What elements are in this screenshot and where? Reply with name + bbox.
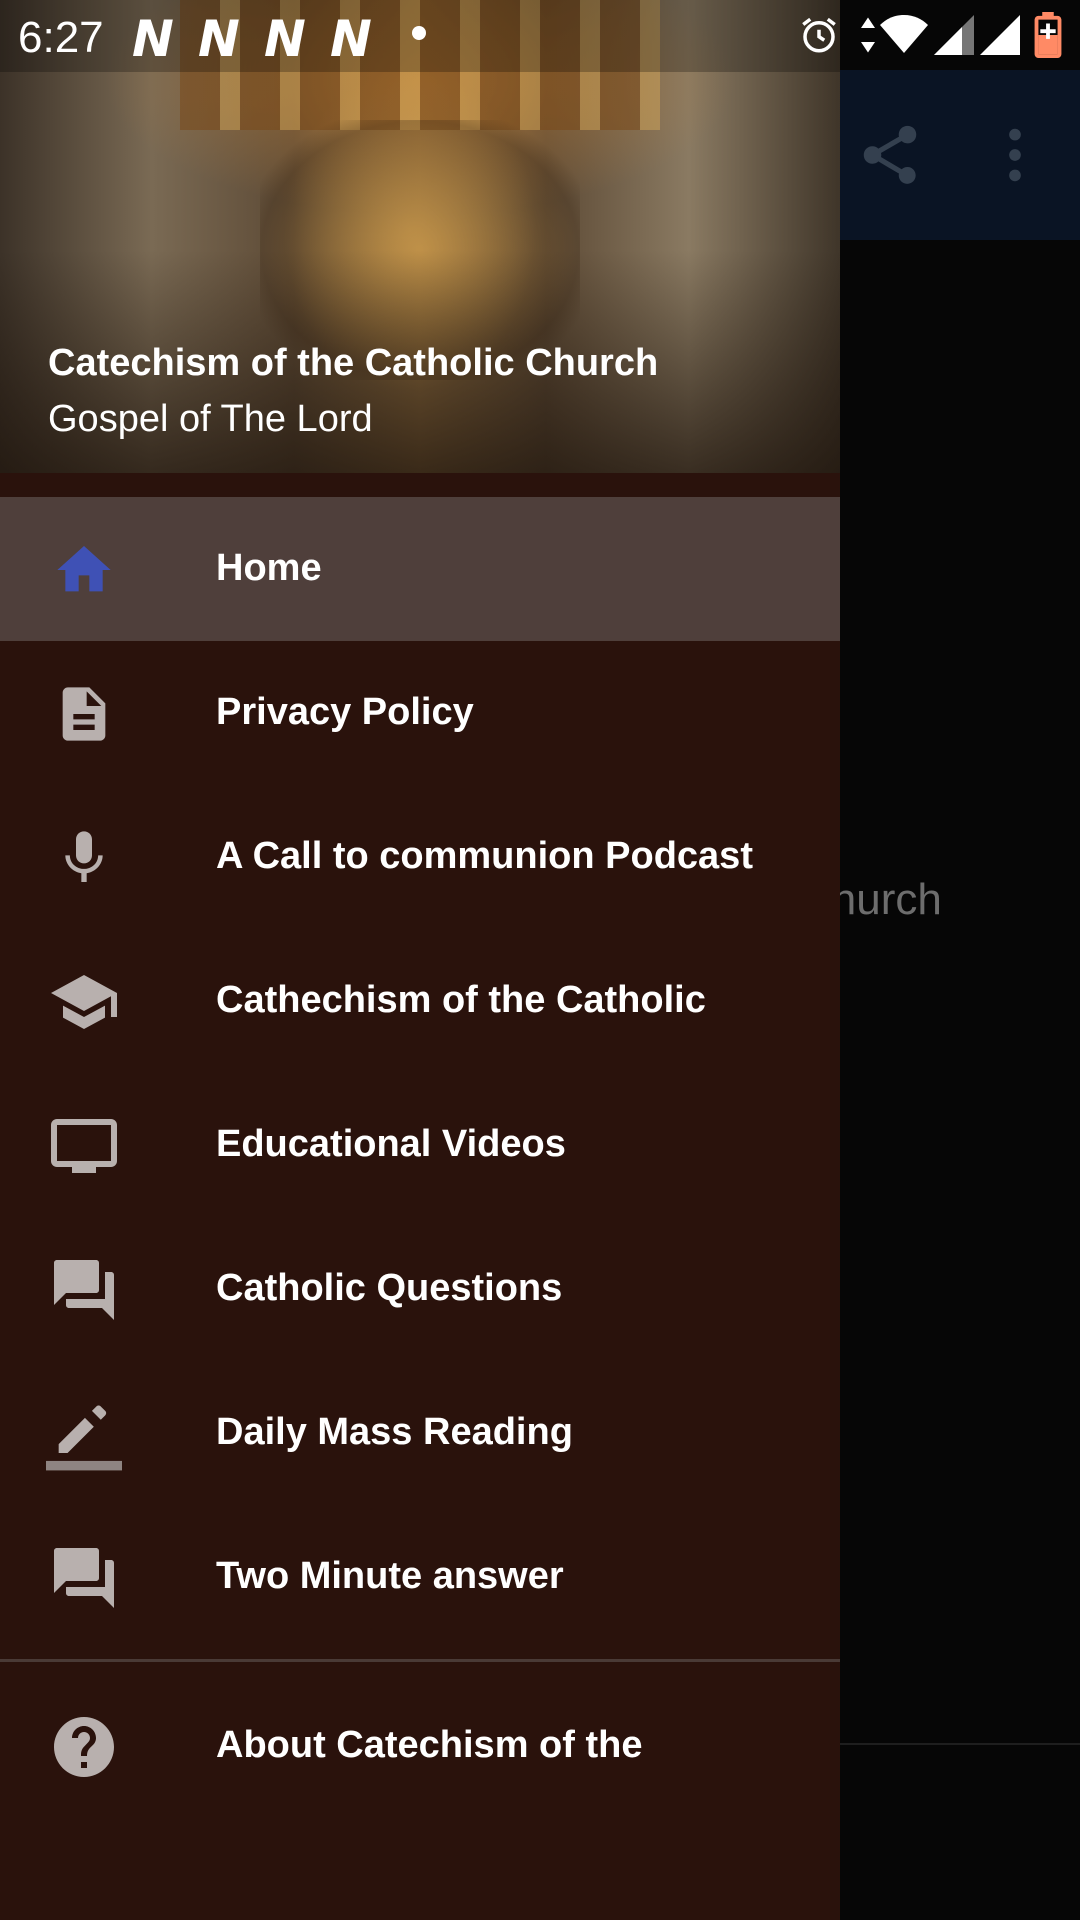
- menu-item-privacy-policy[interactable]: Privacy Policy: [0, 641, 840, 785]
- cell-signal-icon: [980, 15, 1020, 55]
- document-icon: [46, 681, 122, 747]
- graduation-cap-icon: [46, 969, 122, 1035]
- help-icon: [46, 1714, 122, 1780]
- menu-item-daily-mass-reading[interactable]: Daily Mass Reading: [0, 1361, 840, 1505]
- menu-item-label: Educational Videos: [216, 1123, 566, 1165]
- battery-charging-icon: [1034, 12, 1062, 58]
- forum-icon: [46, 1545, 122, 1611]
- menu-item-home[interactable]: Home: [0, 497, 840, 641]
- data-arrows-icon: [861, 17, 875, 53]
- more-vertical-icon[interactable]: [980, 120, 1050, 190]
- menu-item-label: A Call to communion Podcast: [216, 835, 753, 877]
- menu-item-label: Catholic Questions: [216, 1267, 563, 1309]
- status-time: 6:27: [18, 13, 104, 62]
- forum-icon: [46, 1257, 122, 1323]
- drawer-menu: Home Privacy Policy A Call to communion …: [0, 497, 840, 1818]
- monitor-icon: [46, 1113, 122, 1179]
- notification-icon: N: [264, 10, 306, 68]
- menu-item-catholic-questions[interactable]: Catholic Questions: [0, 1217, 840, 1361]
- home-icon: [46, 537, 122, 603]
- menu-item-catechism[interactable]: Cathechism of the Catholic: [0, 929, 840, 1073]
- cell-signal-icon: [934, 15, 974, 55]
- menu-item-podcast[interactable]: A Call to communion Podcast: [0, 785, 840, 929]
- menu-item-educational-videos[interactable]: Educational Videos: [0, 1073, 840, 1217]
- wifi-icon: [880, 15, 928, 53]
- notification-icon: N: [132, 10, 174, 68]
- share-icon[interactable]: [855, 120, 925, 190]
- menu-item-label: Privacy Policy: [216, 691, 474, 733]
- menu-item-about[interactable]: About Catechism of the: [0, 1674, 840, 1818]
- notification-icon: N: [330, 10, 372, 68]
- microphone-icon: [46, 825, 122, 891]
- menu-item-label: Two Minute answer: [216, 1555, 564, 1597]
- menu-item-label: About Catechism of the: [216, 1724, 643, 1766]
- menu-item-two-minute-answer[interactable]: Two Minute answer: [0, 1505, 840, 1649]
- pencil-icon: [46, 1401, 122, 1471]
- drawer-title: Catechism of the Catholic Church: [48, 342, 659, 384]
- menu-item-label: Daily Mass Reading: [216, 1411, 573, 1453]
- menu-item-label: Cathechism of the Catholic: [216, 979, 706, 1021]
- drawer-subtitle: Gospel of The Lord: [48, 398, 373, 440]
- notification-icon: N: [198, 10, 240, 68]
- more-notifications-dot: [412, 26, 426, 40]
- menu-divider: [0, 1659, 840, 1662]
- alarm-icon: [802, 17, 836, 53]
- navigation-drawer: Catechism of the Catholic Church Gospel …: [0, 0, 840, 1920]
- menu-item-label: Home: [216, 547, 322, 589]
- status-bar: 6:27 N N N N: [0, 0, 1080, 72]
